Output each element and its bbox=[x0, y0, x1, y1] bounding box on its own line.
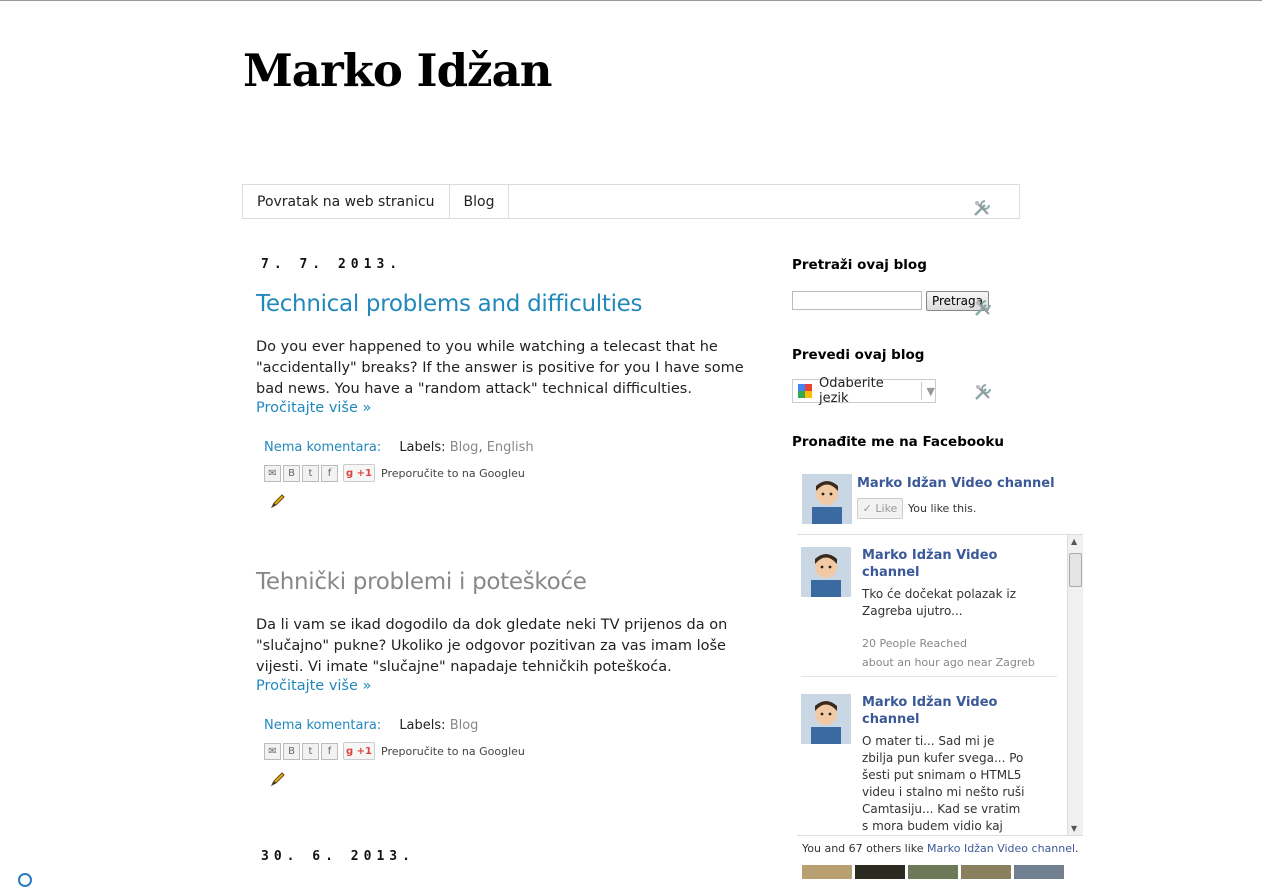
post-date: 30. 6. 2013. bbox=[261, 849, 415, 864]
search-widget-title: Pretraži ovaj blog bbox=[792, 257, 927, 273]
likes-summary-text: You and 67 others like bbox=[802, 842, 928, 855]
labels-title: Labels: bbox=[399, 440, 446, 455]
translate-widget-title: Prevedi ovaj blog bbox=[792, 347, 925, 363]
post-divider bbox=[801, 676, 1057, 677]
fan-thumbnails bbox=[802, 865, 1067, 879]
blogger-share-icon[interactable]: B bbox=[283, 742, 300, 760]
top-border bbox=[0, 0, 1262, 1]
scroll-thumb[interactable] bbox=[1069, 553, 1082, 587]
post-reach: 20 People Reached bbox=[862, 637, 967, 650]
partial-widget-icon bbox=[18, 873, 32, 887]
fan-avatar[interactable] bbox=[961, 865, 1011, 879]
fan-avatar[interactable] bbox=[1014, 865, 1064, 879]
post-author-link[interactable]: Marko Idžan Video channel bbox=[862, 547, 1032, 581]
page-avatar[interactable] bbox=[802, 474, 852, 524]
read-more-link[interactable]: Pročitajte više » bbox=[256, 400, 756, 416]
search-input[interactable] bbox=[792, 291, 922, 310]
blogger-share-icon[interactable]: B bbox=[283, 464, 300, 482]
fan-avatar[interactable] bbox=[802, 865, 852, 879]
language-select[interactable]: Odaberite jezik ▼ bbox=[792, 376, 936, 406]
fan-avatar[interactable] bbox=[908, 865, 958, 879]
like-label: Like bbox=[875, 502, 898, 515]
chevron-down-icon: ▼ bbox=[926, 384, 935, 398]
post-title-link[interactable]: Technical problems and difficulties bbox=[256, 291, 756, 317]
post-date: 7. 7. 2013. bbox=[261, 257, 403, 272]
post-time[interactable]: about an hour ago near Zagreb bbox=[862, 656, 1035, 669]
facebook-share-icon[interactable]: f bbox=[321, 742, 338, 760]
blog-post: Tehnički problemi i poteškoće Da li vam … bbox=[256, 569, 756, 787]
edit-pencil-icon[interactable] bbox=[270, 493, 286, 509]
tab-back-to-website[interactable]: Povratak na web stranicu bbox=[243, 185, 450, 218]
page-name-link[interactable]: Marko Idžan Video channel bbox=[857, 476, 1055, 491]
post-author-link[interactable]: Marko Idžan Video channel bbox=[862, 694, 1032, 728]
post-avatar[interactable] bbox=[801, 547, 851, 597]
language-select-label: Odaberite jezik bbox=[819, 376, 884, 406]
page-name-link[interactable]: Marko Idžan Video channel bbox=[927, 842, 1075, 855]
share-buttons: ✉ B t f g +1 Preporučite to na Googleu bbox=[256, 463, 756, 483]
post-body: Da li vam se ikad dogodilo da dok gledat… bbox=[256, 617, 728, 675]
fb-like-button[interactable]: ✓ Like bbox=[857, 498, 903, 519]
recommend-google-text: Preporučite to na Googleu bbox=[381, 744, 525, 758]
edit-wrench-icon[interactable] bbox=[972, 198, 992, 218]
email-share-icon[interactable]: ✉ bbox=[264, 742, 281, 760]
blog-title[interactable]: Marko Idžan bbox=[243, 44, 552, 97]
blog-post: Technical problems and difficulties Do y… bbox=[256, 291, 756, 509]
comments-link[interactable]: Nema komentara: bbox=[264, 440, 381, 455]
edit-pencil-icon[interactable] bbox=[270, 771, 286, 787]
post-title-link[interactable]: Tehnički problemi i poteškoće bbox=[256, 569, 756, 595]
share-buttons: ✉ B t f g +1 Preporučite to na Googleu bbox=[256, 741, 756, 761]
you-like-text: You like this. bbox=[908, 502, 977, 515]
plus-one-label: +1 bbox=[356, 745, 372, 757]
plus-one-label: +1 bbox=[356, 467, 372, 479]
labels-title: Labels: bbox=[399, 718, 446, 733]
google-plus-icon: g bbox=[346, 745, 354, 757]
facebook-feed[interactable]: Marko Idžan Video channel Tko će dočekat… bbox=[797, 534, 1083, 836]
label-link[interactable]: Blog bbox=[450, 718, 479, 733]
google-plus-one-button[interactable]: g +1 bbox=[343, 742, 375, 760]
google-plus-icon: g bbox=[346, 467, 354, 479]
post-text: O mater ti... Sad mi je zbilja pun kufer… bbox=[862, 734, 1025, 833]
fb-likes-summary: You and 67 others like Marko Idžan Video… bbox=[802, 842, 1079, 855]
scroll-down-icon[interactable]: ▼ bbox=[1071, 824, 1077, 833]
tab-blog[interactable]: Blog bbox=[450, 185, 510, 218]
facebook-share-icon[interactable]: f bbox=[321, 464, 338, 482]
recommend-google-text: Preporučite to na Googleu bbox=[381, 466, 525, 480]
post-text: Tko će dočekat polazak iz Zagreba ujutro… bbox=[862, 587, 1017, 618]
post-footer: Nema komentara: Labels: Blog bbox=[256, 718, 756, 733]
fan-avatar[interactable] bbox=[855, 865, 905, 879]
comments-link[interactable]: Nema komentara: bbox=[264, 718, 381, 733]
google-logo-icon bbox=[797, 383, 813, 399]
facebook-like-box: Marko Idžan Video channel ✓ Like You lik… bbox=[797, 466, 1087, 879]
email-share-icon[interactable]: ✉ bbox=[264, 464, 281, 482]
post-body: Do you ever happened to you while watchi… bbox=[256, 339, 744, 397]
facebook-widget-title: Pronađite me na Facebooku bbox=[792, 434, 1004, 450]
label-link[interactable]: English bbox=[487, 440, 534, 455]
scroll-up-icon[interactable]: ▲ bbox=[1071, 537, 1077, 546]
likes-summary-end: . bbox=[1075, 842, 1079, 855]
edit-wrench-icon[interactable] bbox=[973, 382, 993, 402]
edit-wrench-icon[interactable] bbox=[973, 298, 993, 318]
google-plus-one-button[interactable]: g +1 bbox=[343, 464, 375, 482]
label-link[interactable]: Blog bbox=[450, 440, 479, 455]
twitter-share-icon[interactable]: t bbox=[302, 742, 319, 760]
post-avatar[interactable] bbox=[801, 694, 851, 744]
twitter-share-icon[interactable]: t bbox=[302, 464, 319, 482]
select-separator bbox=[920, 382, 922, 400]
label-separator: , bbox=[478, 440, 487, 455]
nav-bar: Povratak na web stranicu Blog bbox=[242, 184, 1020, 219]
feed-scrollbar[interactable]: ▲ ▼ bbox=[1067, 535, 1083, 835]
read-more-link[interactable]: Pročitajte više » bbox=[256, 678, 756, 694]
post-footer: Nema komentara: Labels: Blog, English bbox=[256, 440, 756, 455]
